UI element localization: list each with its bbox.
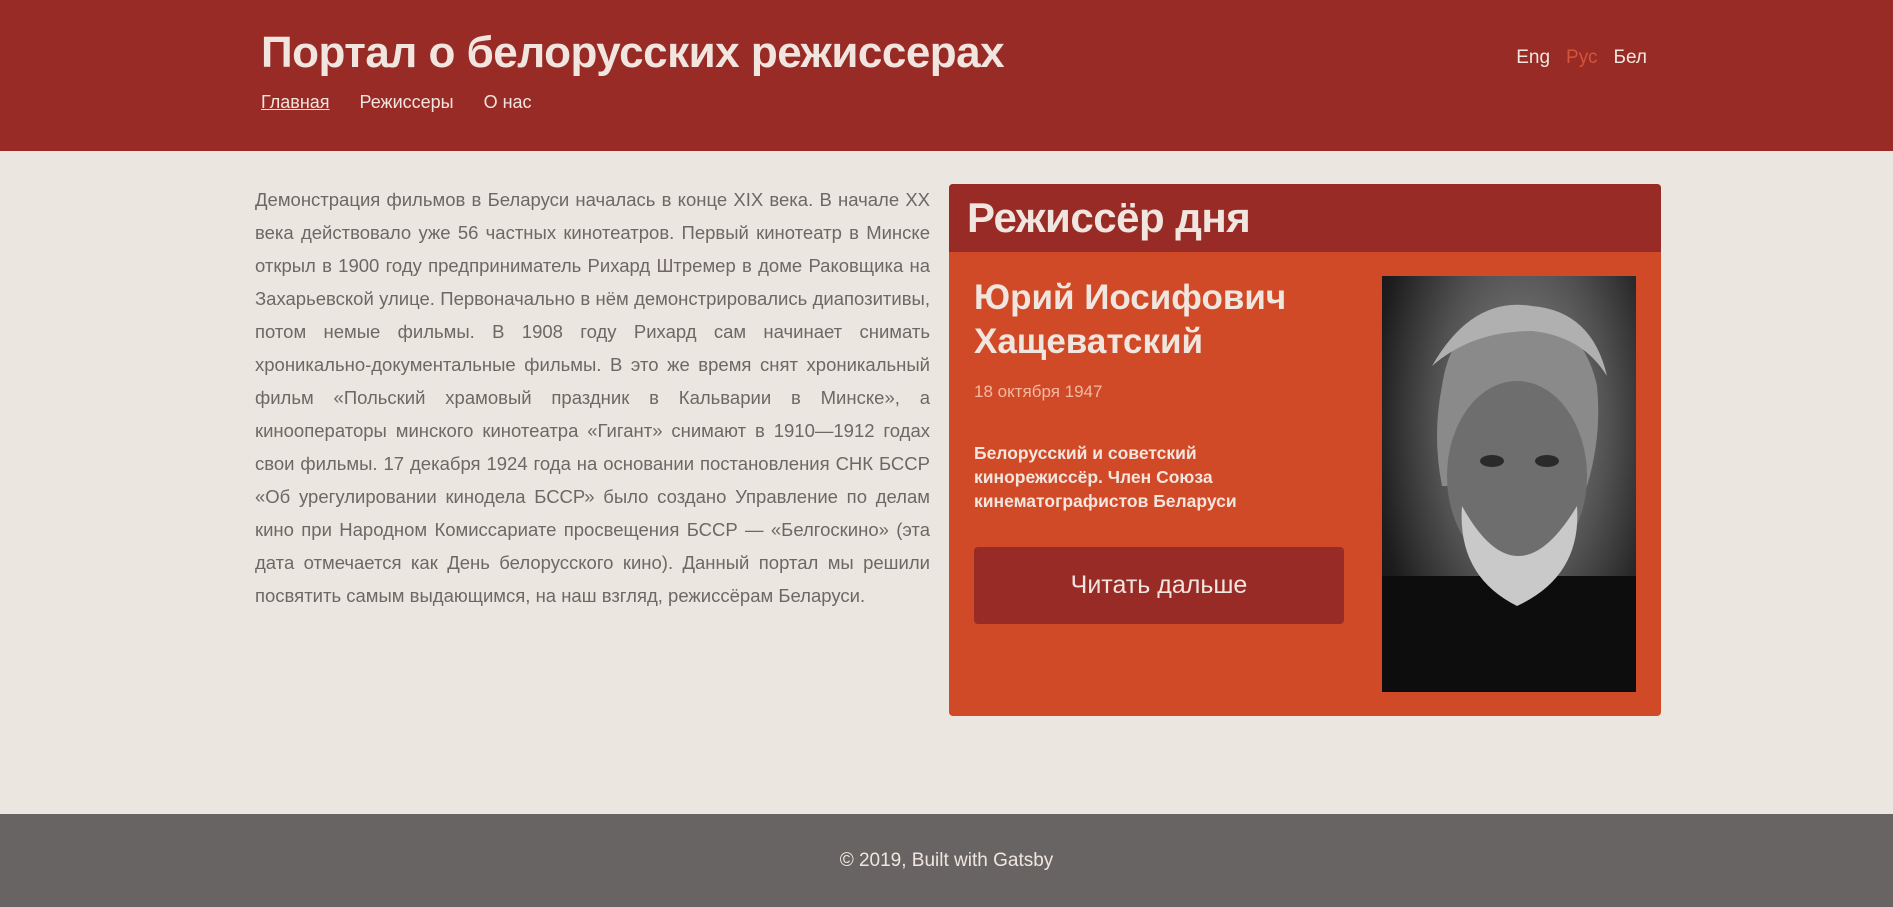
portrait-image — [1382, 304, 1636, 692]
lang-bel[interactable]: Бел — [1614, 47, 1648, 69]
director-of-day-card: Режиссёр дня Юрий Иосифович Хащеватский … — [949, 184, 1661, 716]
lang-rus[interactable]: Рус — [1566, 47, 1597, 69]
site-footer: © 2019, Built with Gatsby — [0, 814, 1893, 907]
nav-link-home[interactable]: Главная — [261, 92, 330, 113]
main-nav: Главная Режиссеры О нас — [261, 92, 532, 113]
birth-date: 18 октября 1947 — [974, 382, 1103, 401]
director-portrait — [1382, 276, 1636, 692]
card-heading: Режиссёр дня — [967, 194, 1251, 241]
site-header: Портал о белорусских режиссерах Главная … — [0, 0, 1893, 151]
language-switcher: Eng Рус Бел — [1516, 47, 1647, 69]
director-name: Юрий Иосифович Хащеватский — [974, 278, 1287, 361]
footer-text: © 2019, Built with Gatsby — [839, 849, 1054, 871]
nav-link-about[interactable]: О нас — [484, 92, 532, 113]
card-header: Режиссёр дня — [949, 184, 1661, 252]
read-more-button[interactable]: Читать дальше — [974, 547, 1344, 624]
director-bio: Белорусский и советский кинорежиссёр. Чл… — [974, 443, 1237, 511]
lang-eng[interactable]: Eng — [1516, 47, 1550, 69]
site-title[interactable]: Портал о белорусских режиссерах — [261, 28, 1005, 78]
nav-link-directors[interactable]: Режиссеры — [360, 92, 454, 113]
intro-text: Демонстрация фильмов в Беларуси началась… — [255, 189, 930, 606]
